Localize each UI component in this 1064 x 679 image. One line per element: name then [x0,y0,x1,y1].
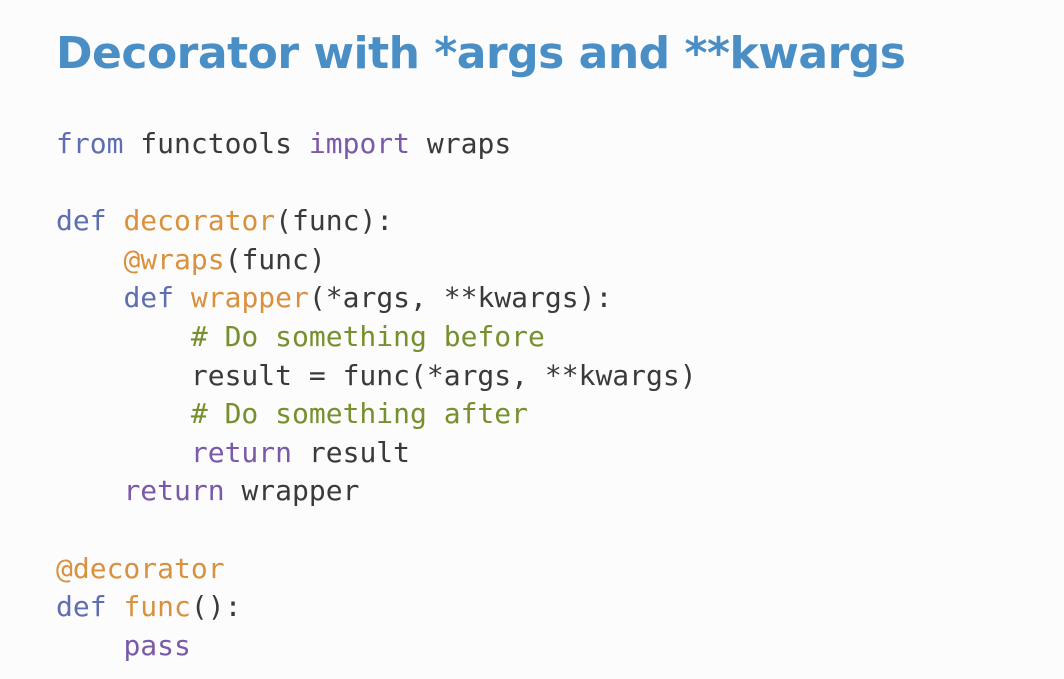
slide-title: Decorator with *args and **kwargs [56,28,906,79]
code-token-name: @wraps [123,242,225,276]
code-token-txt: result [292,435,411,469]
code-token-kw2: pass [123,628,191,662]
code-token-cmt: # Do something after [190,397,529,431]
code-token-txt: result = func(*args, **kwargs) [56,358,697,392]
code-token-name: wrapper [190,281,309,315]
code-line: @wraps(func) [56,241,697,280]
code-token-kw: def [56,590,107,624]
code-line: from functools import wraps [56,125,697,164]
code-line: # Do something after [56,395,697,434]
code-token-txt: wraps [410,127,512,160]
code-token-txt: (): [190,590,242,624]
code-line: # Do something before [56,318,697,357]
code-line: def decorator(func): [56,202,697,241]
code-token-cmt: # Do something before [190,319,545,353]
code-token-kw: def [123,281,175,315]
code-token-txt: (func): [275,204,394,238]
code-line: return wrapper [56,472,697,511]
code-line: def wrapper(*args, **kwargs): [56,279,697,318]
code-token-name: func [123,590,191,624]
code-line: def func(): [56,588,697,627]
slide: Decorator with *args and **kwargs from f… [0,0,1064,679]
code-token-name: @decorator [56,551,225,585]
code-line: result = func(*args, **kwargs) [56,357,697,396]
code-token-txt: wrapper [224,474,360,508]
code-token-txt: (*args, **kwargs): [308,281,613,315]
code-token-kw2: return [123,474,225,508]
code-token-kw: from [56,127,124,160]
code-token-kw2: import [308,127,411,160]
code-token-kw: def [56,204,107,238]
code-token-txt: functools [123,127,309,160]
code-token-name: decorator [123,204,276,238]
code-block: from functools import wraps def decorator… [56,125,697,665]
code-token-txt: (func) [224,242,326,276]
code-token-kw2: return [190,435,293,469]
code-line: return result [56,434,697,473]
code-line: @decorator [56,550,697,589]
code-line: pass [56,627,697,666]
